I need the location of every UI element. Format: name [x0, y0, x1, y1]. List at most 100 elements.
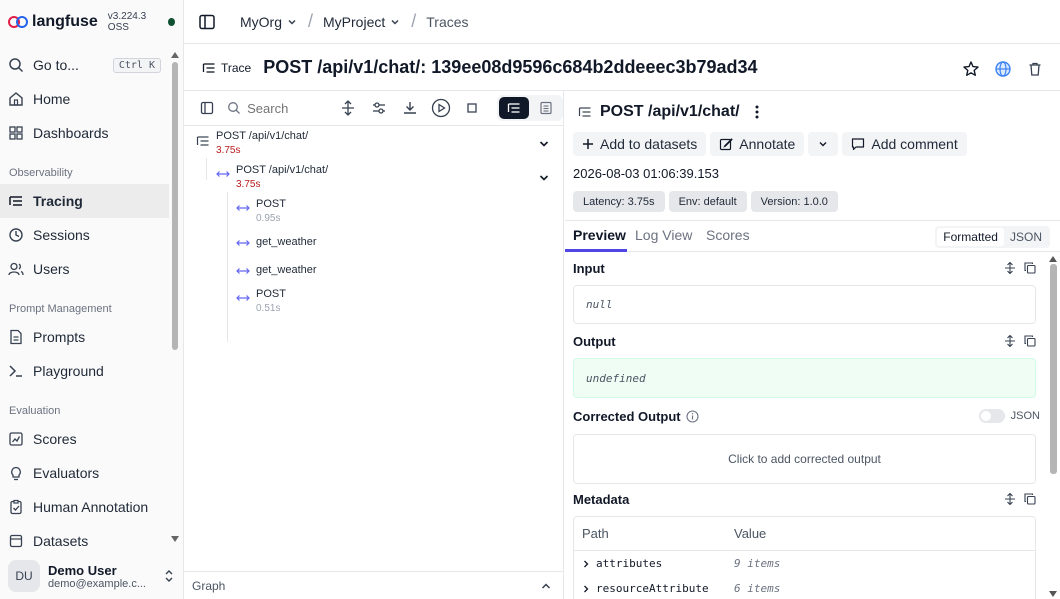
- corrected-json-label: JSON: [1010, 410, 1040, 422]
- sidebar-item-label: Scores: [33, 431, 77, 447]
- table-row[interactable]: resourceAttribute 6 items: [574, 576, 1035, 599]
- corrected-output-field[interactable]: Click to add corrected output: [573, 434, 1036, 484]
- play-button[interactable]: [431, 97, 452, 119]
- corrected-output-header: Corrected Output: [573, 409, 699, 424]
- download-button[interactable]: [400, 97, 421, 119]
- settings-button[interactable]: [368, 97, 389, 119]
- observation-timestamp: 2026-08-03 01:06:39.153: [573, 166, 720, 181]
- breadcrumb-org[interactable]: MyOrg: [240, 14, 298, 30]
- sidebar-item-label: Prompts: [33, 329, 86, 345]
- metadata-table-header: Path Value: [574, 517, 1035, 551]
- trace-tag-label: Trace: [221, 60, 252, 75]
- sidebar-item-playground[interactable]: Playground: [0, 354, 169, 388]
- tab-scores[interactable]: Scores: [706, 227, 750, 243]
- scroll-down-arrow[interactable]: [171, 536, 179, 542]
- copy-icon[interactable]: [1024, 493, 1036, 505]
- sidebar-item-human-annotation[interactable]: Human Annotation: [0, 490, 169, 524]
- chevron-down-icon: [819, 142, 827, 147]
- stop-button[interactable]: [462, 97, 483, 119]
- trace-tree: POST /api/v1/chat/ 3.75s POST /api/v1/ch…: [184, 126, 563, 342]
- observation-panel: POST /api/v1/chat/ Add to datasets Annot…: [565, 91, 1060, 599]
- annotate-menu-button[interactable]: [808, 132, 839, 156]
- sidebar-item-label: Evaluators: [33, 465, 100, 481]
- tree-node-name: POST: [256, 198, 286, 210]
- timeline-view-button[interactable]: [531, 97, 561, 119]
- collapse-panel-button[interactable]: [196, 97, 217, 119]
- page-title: POST /api/v1/chat/: 139ee08d9596c684b2dd…: [263, 57, 758, 77]
- scroll-up-arrow[interactable]: [171, 52, 179, 58]
- corrected-json-toggle[interactable]: JSON: [978, 409, 1040, 423]
- sidebar-item-dashboards[interactable]: Dashboards: [0, 116, 169, 150]
- copy-icon[interactable]: [1024, 262, 1036, 274]
- sidebar-item-evaluators[interactable]: Evaluators: [0, 456, 169, 490]
- tree-node[interactable]: get_weather: [236, 264, 536, 288]
- file-text-icon: [10, 329, 22, 345]
- user-menu[interactable]: DU Demo User demo@example.c...: [0, 553, 183, 599]
- sidebar-toggle-button[interactable]: [196, 11, 218, 33]
- sidebar-goto[interactable]: Go to... Ctrl K: [0, 48, 169, 82]
- search-input[interactable]: [247, 100, 318, 116]
- delete-button[interactable]: [1024, 58, 1046, 80]
- breadcrumb-traces[interactable]: Traces: [426, 14, 468, 30]
- tab-log-view[interactable]: Log View: [635, 227, 692, 243]
- langfuse-logo[interactable]: langfuse: [8, 13, 98, 31]
- formatted-option[interactable]: Formatted: [937, 228, 1004, 246]
- observation-header: POST /api/v1/chat/: [578, 103, 760, 121]
- public-toggle-button[interactable]: [992, 58, 1014, 80]
- star-button[interactable]: [960, 58, 982, 80]
- scroll-thumb[interactable]: [172, 62, 178, 350]
- expand-all-button[interactable]: [337, 97, 358, 119]
- toggle-switch[interactable]: [978, 409, 1005, 423]
- more-vertical-icon[interactable]: [754, 104, 760, 120]
- info-icon[interactable]: [686, 410, 699, 423]
- json-option[interactable]: JSON: [1004, 228, 1048, 246]
- metadata-value: 6 items: [734, 582, 781, 595]
- sidebar-item-tracing[interactable]: Tracing: [0, 184, 169, 218]
- chevron-down-icon[interactable]: [538, 138, 550, 150]
- tab-preview[interactable]: Preview: [573, 227, 626, 243]
- tree-view-button[interactable]: [498, 97, 529, 119]
- sidebar-item-users[interactable]: Users: [0, 252, 169, 286]
- file-list-icon: [540, 101, 552, 115]
- move-vertical-icon[interactable]: [1004, 262, 1016, 274]
- tree-search[interactable]: [227, 100, 323, 116]
- sidebar-scrollbar[interactable]: [171, 52, 179, 542]
- metadata-path: attributes: [574, 557, 734, 570]
- sidebar-item-scores[interactable]: Scores: [0, 422, 169, 456]
- tree-node[interactable]: POST 0.95s: [236, 198, 536, 232]
- sidebar-item-home[interactable]: Home: [0, 82, 169, 116]
- table-row[interactable]: attributes 9 items: [574, 551, 1035, 576]
- move-vertical-icon[interactable]: [1004, 493, 1016, 505]
- tree-node[interactable]: POST /api/v1/chat/ 3.75s: [216, 164, 556, 198]
- move-vertical-icon[interactable]: [1004, 335, 1016, 347]
- observation-scrollbar[interactable]: [1048, 256, 1058, 599]
- sidebar-item-sessions[interactable]: Sessions: [0, 218, 169, 252]
- span-icon: [236, 205, 250, 211]
- scroll-up-arrow[interactable]: [1049, 256, 1057, 262]
- square-icon: [467, 103, 478, 113]
- breadcrumb-project[interactable]: MyProject: [323, 14, 401, 30]
- scroll-down-arrow[interactable]: [1049, 591, 1057, 597]
- annotate-label: Annotate: [739, 136, 796, 152]
- tree-node[interactable]: POST 0.51s: [236, 288, 536, 322]
- add-to-datasets-button[interactable]: Add to datasets: [573, 132, 707, 156]
- sidebar-item-label: Users: [33, 261, 70, 277]
- add-comment-button[interactable]: Add comment: [842, 132, 967, 156]
- sidebar-item-prompts[interactable]: Prompts: [0, 320, 169, 354]
- copy-icon[interactable]: [1024, 335, 1036, 347]
- output-value: undefined: [573, 358, 1036, 398]
- chevron-down-icon[interactable]: [538, 172, 550, 184]
- sidebar: langfuse v3.224.3 OSS Go to... Ctrl K Ho…: [0, 0, 184, 599]
- metadata-table: Path Value attributes 9 items resourceAt…: [573, 516, 1036, 599]
- sidebar-item-label: Datasets: [33, 533, 89, 549]
- tree-node[interactable]: get_weather: [236, 236, 536, 260]
- annotate-button[interactable]: Annotate: [710, 132, 805, 156]
- observation-tabs: Preview Log View Scores Formatted JSON: [565, 220, 1060, 252]
- tree-node[interactable]: POST /api/v1/chat/ 3.75s: [196, 130, 556, 164]
- span-icon: [216, 171, 230, 177]
- add-to-datasets-label: Add to datasets: [600, 136, 698, 152]
- scroll-thumb[interactable]: [1050, 264, 1057, 474]
- users-icon: [8, 262, 24, 276]
- graph-panel-toggle[interactable]: Graph: [184, 571, 563, 599]
- avatar: DU: [8, 560, 40, 592]
